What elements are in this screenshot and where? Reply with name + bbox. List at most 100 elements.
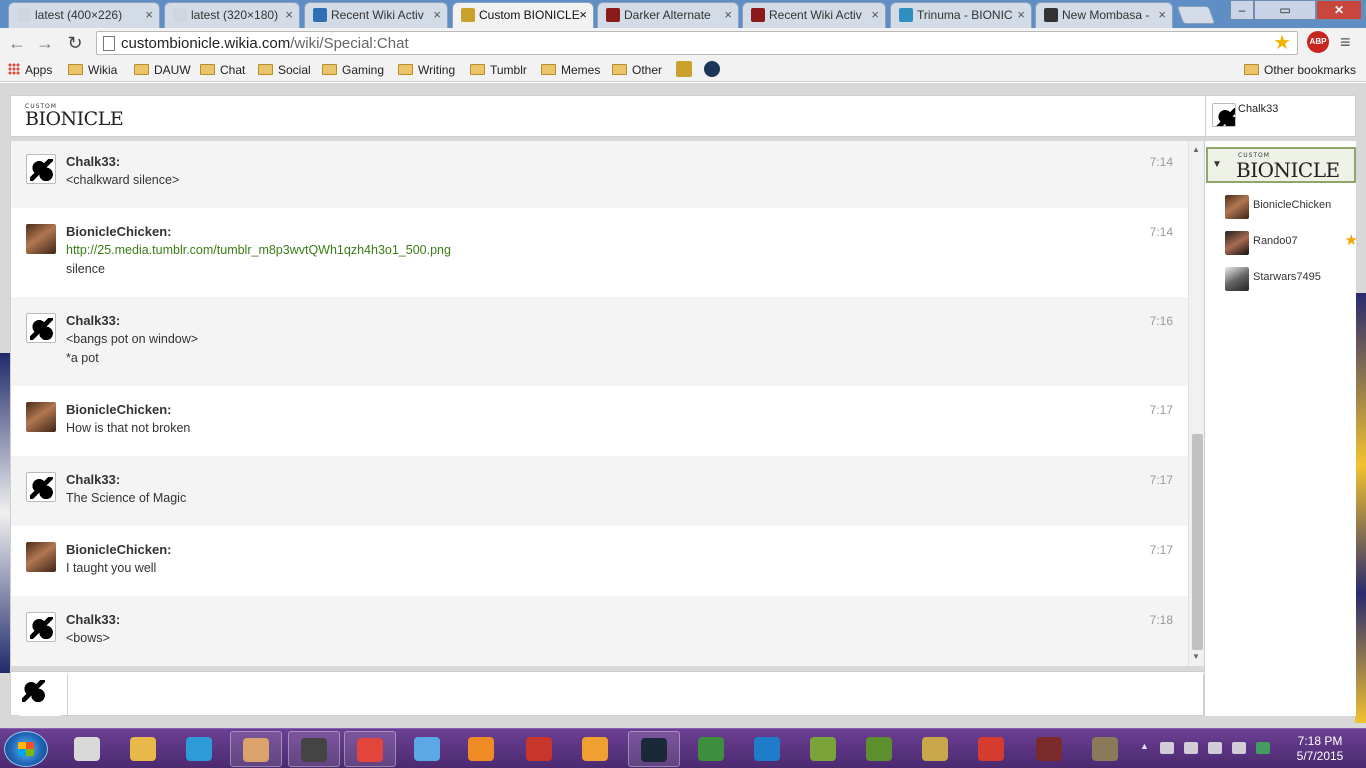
message-link[interactable]: http://25.media.tumblr.com/tumblr_m8p3wv… xyxy=(66,243,451,257)
bookmark-chat[interactable]: Chat xyxy=(200,62,245,78)
network-icon[interactable] xyxy=(1208,742,1222,754)
pdf-taskbar-button[interactable] xyxy=(966,731,1018,767)
bookmark-gaming[interactable]: Gaming xyxy=(322,62,384,78)
gimp-taskbar-button[interactable] xyxy=(1080,731,1132,767)
usb-tray-icon[interactable] xyxy=(1184,742,1198,754)
extension-icon[interactable] xyxy=(704,61,720,77)
user-list-item[interactable]: Starwars7495 xyxy=(1225,267,1350,293)
forward-icon[interactable]: → xyxy=(34,32,56,54)
address-bar[interactable]: custombionicle.wikia.com/wiki/Special:Ch… xyxy=(96,31,1298,55)
url-text[interactable]: custombionicle.wikia.com/wiki/Special:Ch… xyxy=(121,35,409,52)
browser-taskbar-button[interactable] xyxy=(174,731,226,767)
grass-block-taskbar-button[interactable] xyxy=(798,731,850,767)
browser-tab[interactable]: latest (400×226) × xyxy=(8,2,160,28)
close-icon[interactable]: × xyxy=(285,3,293,27)
volume-icon[interactable] xyxy=(1232,742,1246,754)
browser-tab[interactable]: Recent Wiki Activ × xyxy=(304,2,448,28)
message-author[interactable]: Chalk33: xyxy=(66,472,120,487)
steam-tray-icon[interactable] xyxy=(1160,742,1174,754)
tab-title: Recent Wiki Activ xyxy=(769,8,862,22)
scroll-up-icon[interactable]: ▲ xyxy=(1192,145,1200,154)
browser-tab[interactable]: Custom BIONICLE × xyxy=(452,2,594,29)
chat-message-input[interactable] xyxy=(67,674,1204,715)
scroll-thumb[interactable] xyxy=(1192,434,1203,650)
message-author[interactable]: Chalk33: xyxy=(66,154,120,169)
bookmark-dauw[interactable]: DAUW xyxy=(134,62,191,78)
news-taskbar-button[interactable] xyxy=(514,731,566,767)
drive-icon[interactable] xyxy=(1256,742,1270,754)
message-author[interactable]: BionicleChicken: xyxy=(66,542,171,557)
avatar[interactable] xyxy=(26,224,56,254)
scroll-down-icon[interactable]: ▼ xyxy=(1192,652,1200,661)
close-icon[interactable]: × xyxy=(579,3,587,27)
browser-tab[interactable]: Darker Alternate × xyxy=(597,2,739,28)
monitor-taskbar-button[interactable] xyxy=(686,731,738,767)
current-user[interactable]: Chalk33 xyxy=(1205,96,1356,136)
maximize-button[interactable]: ▭ xyxy=(1254,0,1316,20)
menu-icon[interactable]: ≡ xyxy=(1340,32,1351,53)
bookmark-memes[interactable]: Memes xyxy=(541,62,600,78)
messenger-taskbar-button[interactable] xyxy=(402,731,454,767)
close-icon[interactable]: × xyxy=(871,3,879,27)
paint-taskbar-button[interactable] xyxy=(230,731,282,767)
browser-tab[interactable]: latest (320×180) × xyxy=(164,2,300,28)
new-tab-button[interactable] xyxy=(1176,6,1216,24)
avatar[interactable] xyxy=(26,313,56,343)
close-icon[interactable]: × xyxy=(1017,3,1025,27)
bookmark-writing[interactable]: Writing xyxy=(398,62,455,78)
bookmark-tumblr[interactable]: Tumblr xyxy=(470,62,527,78)
close-icon[interactable]: × xyxy=(433,3,441,27)
close-icon[interactable]: × xyxy=(1158,3,1166,27)
avatar[interactable] xyxy=(26,402,56,432)
game-taskbar-button[interactable] xyxy=(1024,731,1076,767)
close-icon[interactable]: × xyxy=(145,3,153,27)
extension-icon[interactable] xyxy=(676,61,692,77)
wiki-logo[interactable]: CUSTOM BIONICLE xyxy=(25,104,124,129)
user-list-item[interactable]: BionicleChicken xyxy=(1225,195,1350,221)
close-window-button[interactable]: ✕ xyxy=(1316,0,1362,20)
lego-taskbar-button[interactable] xyxy=(742,731,794,767)
bookmark-wikia[interactable]: Wikia xyxy=(68,62,117,78)
bookmark-star-icon[interactable]: ★ xyxy=(1273,32,1291,54)
folder-icon xyxy=(134,64,149,75)
close-icon[interactable]: × xyxy=(724,3,732,27)
back-icon[interactable]: ← xyxy=(6,32,28,54)
browser-tab[interactable]: Recent Wiki Activ × xyxy=(742,2,886,28)
minecraft-taskbar-button[interactable] xyxy=(854,731,906,767)
bookmark-other[interactable]: Other xyxy=(612,62,662,78)
message-author[interactable]: BionicleChicken: xyxy=(66,402,171,417)
tray-arrow-icon[interactable]: ▲ xyxy=(1140,741,1154,753)
message-author[interactable]: Chalk33: xyxy=(66,313,120,328)
steam-taskbar-button[interactable] xyxy=(628,731,680,767)
reload-icon[interactable]: ↻ xyxy=(64,32,86,54)
user-list-item[interactable]: Rando07 ★ xyxy=(1225,231,1358,257)
avatar[interactable] xyxy=(26,154,56,184)
league-taskbar-button[interactable] xyxy=(910,731,962,767)
clock[interactable]: 7:18 PM 5/7/2015 xyxy=(1284,734,1356,764)
x-app-taskbar-button[interactable] xyxy=(570,731,622,767)
skyrim-taskbar-button[interactable] xyxy=(62,731,114,767)
adblock-icon[interactable]: ABP xyxy=(1307,31,1329,53)
avatar[interactable] xyxy=(26,542,56,572)
message-scrollbar[interactable]: ▲ ▼ xyxy=(1188,141,1205,666)
taskbar: ▲ 7:18 PM 5/7/2015 xyxy=(0,728,1366,768)
media-player-taskbar-button[interactable] xyxy=(456,731,508,767)
message-text: <bows> xyxy=(66,631,110,645)
start-button-icon[interactable] xyxy=(4,731,48,767)
file-explorer-taskbar-button[interactable] xyxy=(118,731,170,767)
avatar[interactable] xyxy=(26,472,56,502)
message-author[interactable]: BionicleChicken: xyxy=(66,224,171,239)
hp-taskbar-button[interactable] xyxy=(288,731,340,767)
browser-tab[interactable]: New Mombasa - × xyxy=(1035,2,1173,28)
room-header[interactable]: ▼ CUSTOM BIONICLE xyxy=(1206,147,1356,183)
bookmark-apps[interactable]: Apps xyxy=(8,62,52,78)
bookmark-social[interactable]: Social xyxy=(258,62,311,78)
minimize-button[interactable]: – xyxy=(1230,0,1254,20)
avatar[interactable] xyxy=(26,612,56,642)
chrome-taskbar-button[interactable] xyxy=(344,731,396,767)
other-bookmarks[interactable]: Other bookmarks xyxy=(1244,62,1356,78)
caret-down-icon[interactable]: ▼ xyxy=(1212,159,1222,170)
message-author[interactable]: Chalk33: xyxy=(66,612,120,627)
chat-message: Chalk33: 7:18 <bows> xyxy=(11,596,1188,666)
browser-tab[interactable]: Trinuma - BIONIC × xyxy=(890,2,1032,28)
